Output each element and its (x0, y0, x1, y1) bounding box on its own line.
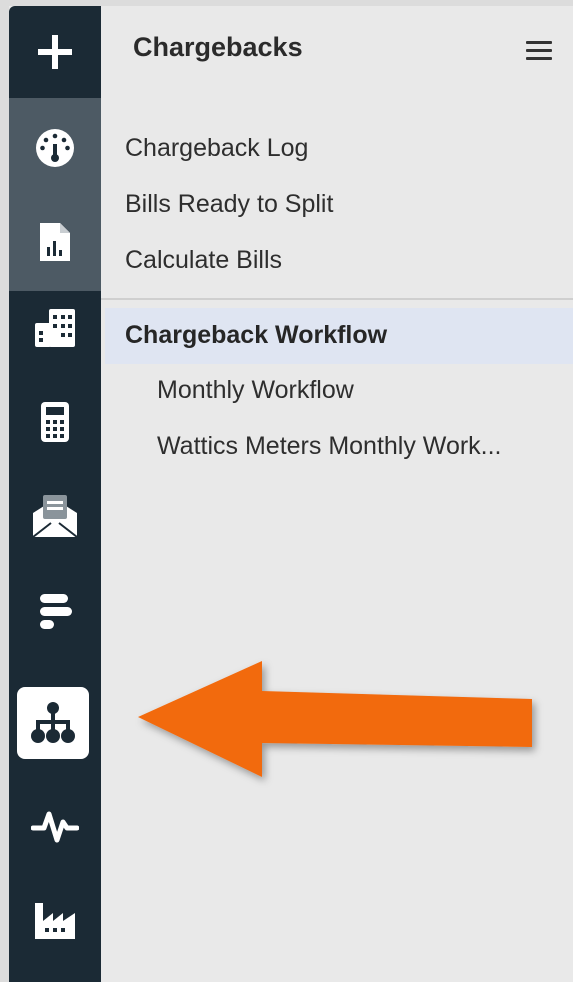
dashboard-gauge-icon (36, 129, 74, 167)
buildings-nav[interactable] (9, 292, 101, 364)
factory-icon (35, 903, 75, 939)
annotation-arrow (138, 661, 532, 777)
add-button[interactable] (9, 16, 101, 88)
calculator-nav[interactable] (9, 386, 101, 458)
hamburger-menu-icon[interactable] (526, 39, 554, 63)
dashboard-nav[interactable] (9, 112, 101, 184)
reports-nav[interactable] (9, 206, 101, 278)
panel-title: Chargebacks (133, 32, 303, 62)
link-wattics-meters-monthly-workflow[interactable]: Wattics Meters Monthly Work... (157, 432, 502, 461)
chargebacks-panel: Chargebacks Chargeback Log Bills Ready t… (101, 6, 573, 982)
mail-open-icon (32, 495, 78, 538)
gantt-bars-icon (40, 594, 72, 629)
gantt-nav[interactable] (9, 576, 101, 648)
mail-nav[interactable] (9, 480, 101, 552)
activity-nav[interactable] (9, 790, 101, 862)
factory-nav[interactable] (9, 884, 101, 956)
buildings-icon (35, 309, 75, 347)
chargeback-workflow-nav[interactable] (17, 687, 89, 759)
link-monthly-workflow[interactable]: Monthly Workflow (157, 376, 354, 405)
app-frame: Chargebacks Chargeback Log Bills Ready t… (0, 0, 573, 982)
org-chart-icon (31, 702, 75, 743)
plus-icon (38, 35, 72, 69)
link-bills-ready-to-split[interactable]: Bills Ready to Split (125, 190, 333, 219)
window-edge-left (0, 0, 9, 982)
calculator-icon (41, 402, 69, 442)
report-document-icon (40, 223, 70, 261)
icon-rail (9, 6, 101, 982)
section-label: Chargeback Workflow (125, 321, 388, 349)
link-calculate-bills[interactable]: Calculate Bills (125, 246, 282, 275)
activity-pulse-icon (31, 811, 79, 843)
section-divider (101, 298, 573, 300)
link-chargeback-log[interactable]: Chargeback Log (125, 134, 308, 163)
section-chargeback-workflow[interactable]: Chargeback Workflow (105, 308, 573, 364)
